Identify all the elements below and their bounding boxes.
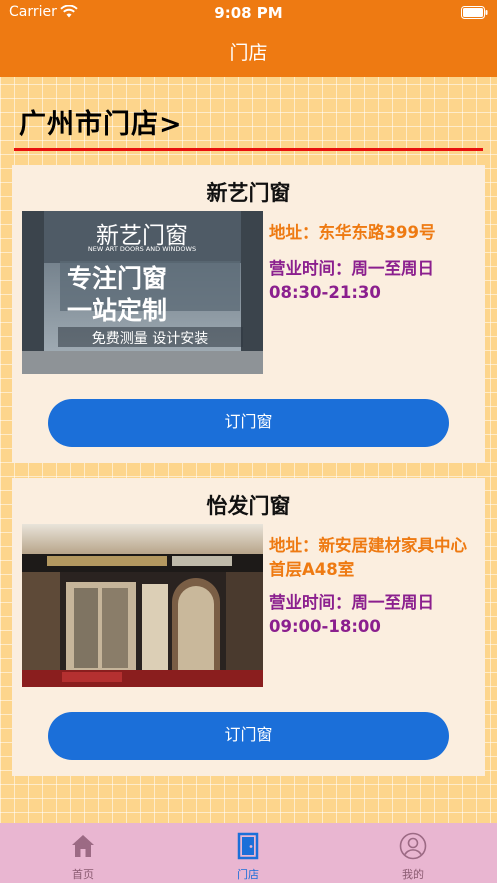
tab-profile[interactable]: 我的	[353, 823, 473, 883]
photo-line2: 一站定制	[67, 296, 167, 325]
tab-label: 我的	[402, 868, 424, 881]
user-icon	[399, 832, 427, 860]
store-hours: 营业时间：周一至周日09:00-18:00	[269, 593, 434, 636]
tab-bar: 首页 门店 我的	[0, 823, 497, 883]
order-windows-button[interactable]: 订门窗	[48, 399, 449, 447]
store-name: 怡发门窗	[206, 494, 291, 518]
store-photo-graphic	[22, 524, 263, 687]
status-bar: Carrier 9:08 PM	[0, 0, 497, 26]
store-card: 怡发门窗 地址：新安居建材家具中心首层A48室 营业时间：周一至周日09:00-…	[12, 478, 485, 776]
tab-label: 门店	[237, 868, 259, 881]
photo-subtitle: NEW ART DOORS AND WINDOWS	[88, 245, 196, 253]
page-title: 门店	[229, 42, 268, 64]
tab-stores[interactable]: 门店	[188, 823, 308, 883]
store-hours: 营业时间：周一至周日08:30-21:30	[269, 259, 434, 302]
store-photo-graphic: 新艺门窗 NEW ART DOORS AND WINDOWS 专注门窗 一站定制…	[22, 211, 263, 374]
top-bar: Carrier 9:08 PM 门店	[0, 0, 497, 77]
store-photo[interactable]	[22, 524, 263, 687]
door-icon	[237, 832, 259, 860]
tab-home[interactable]: 首页	[23, 823, 143, 883]
store-name: 新艺门窗	[206, 181, 291, 205]
status-time: 9:08 PM	[214, 4, 283, 22]
photo-line1: 专注门窗	[67, 264, 167, 293]
battery-icon	[461, 6, 488, 19]
tab-label: 首页	[72, 868, 94, 881]
store-address: 地址：新安居建材家具中心首层A48室	[269, 536, 467, 579]
city-title-link[interactable]: 广州市门店>	[19, 102, 183, 141]
home-icon	[72, 835, 94, 857]
store-photo[interactable]: 新艺门窗 NEW ART DOORS AND WINDOWS 专注门窗 一站定制…	[22, 211, 263, 374]
order-windows-button[interactable]: 订门窗	[48, 712, 449, 760]
store-card: 新艺门窗 新艺门窗 NEW ART DOORS AND WINDOWS 专注门窗…	[12, 165, 485, 463]
photo-line3: 免费测量 设计安装	[92, 331, 208, 347]
city-underline	[14, 148, 483, 151]
store-address: 地址：东华东路399号	[269, 223, 436, 242]
